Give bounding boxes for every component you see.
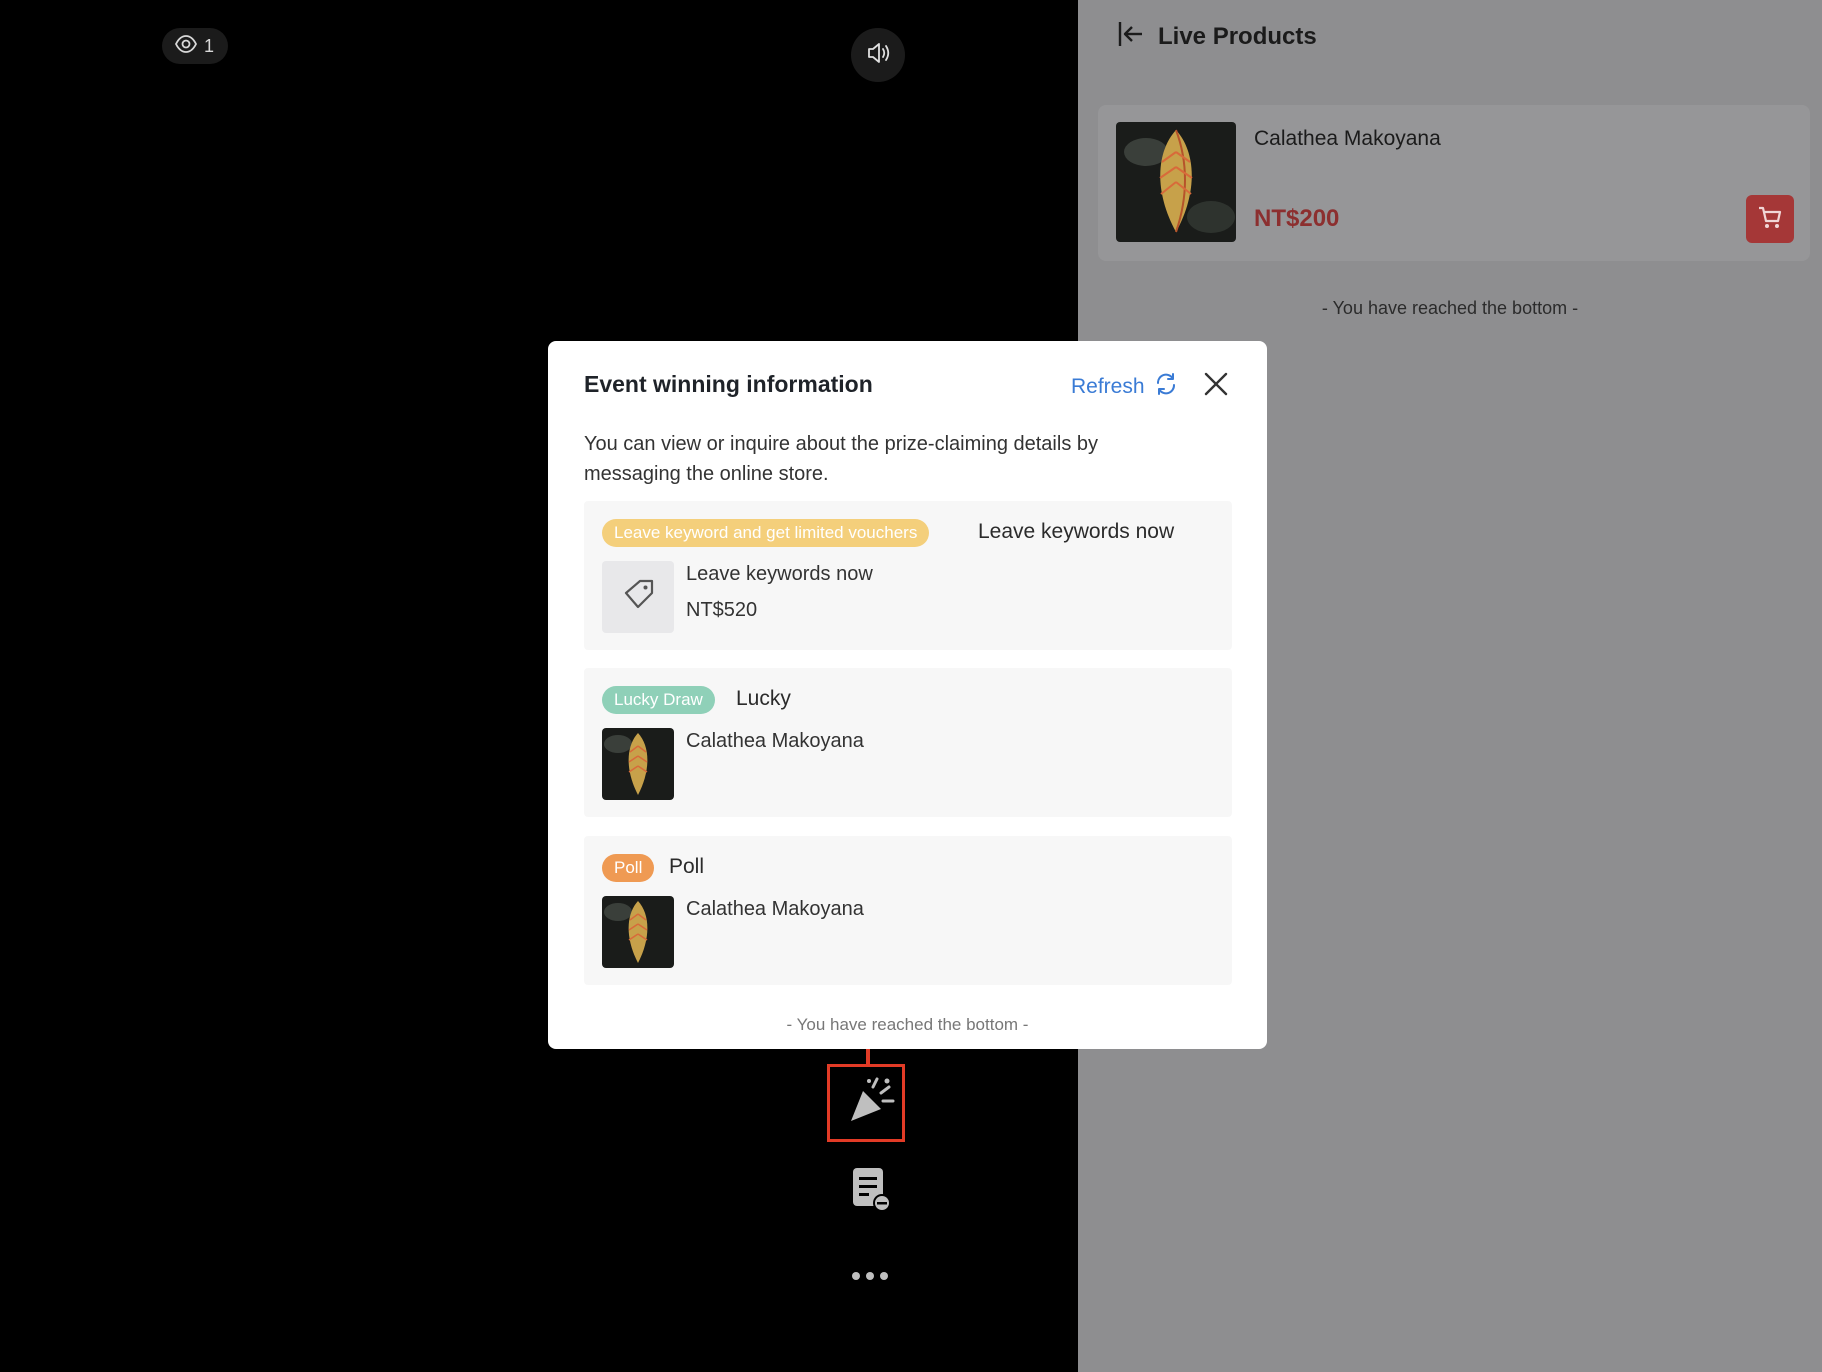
prize-image (602, 728, 674, 800)
event-card-keyword: Leave keyword and get limited vouchers L… (584, 501, 1232, 650)
cart-icon (1756, 203, 1784, 236)
panel-title: Live Products (1158, 22, 1317, 50)
event-tag: Poll (602, 854, 655, 882)
event-card-poll: Poll Poll Calathea Makoyana (584, 836, 1232, 985)
prize-title: Leave keywords now (686, 563, 873, 585)
list-end-text: - You have reached the bottom - (1321, 298, 1579, 318)
event-tag: Leave keyword and get limited vouchers (602, 519, 930, 547)
voucher-thumb (602, 561, 674, 633)
add-to-cart-button[interactable] (1746, 195, 1794, 243)
modal-description: You can view or inquire about the prize-… (584, 433, 1098, 485)
collapse-panel-icon[interactable] (1114, 18, 1146, 55)
document-minus-icon[interactable] (849, 1166, 893, 1214)
event-name: Leave keywords now (978, 520, 1175, 543)
prize-title: Calathea Makoyana (686, 898, 864, 920)
refresh-icon (1153, 371, 1179, 403)
highlight-box (827, 1064, 905, 1142)
event-winning-modal: Event winning information Refresh You ca… (548, 341, 1267, 1049)
price-tag-icon (618, 575, 658, 620)
list-end-text: - You have reached the bottom - (786, 1015, 1029, 1034)
event-name: Poll (669, 855, 705, 878)
event-name: Lucky (736, 687, 791, 710)
viewer-count: 1 (204, 35, 215, 56)
product-image (1116, 122, 1236, 242)
close-icon (1200, 372, 1232, 404)
event-tag: Lucky Draw (602, 686, 715, 714)
eye-icon (174, 34, 198, 59)
sound-toggle-button[interactable] (851, 28, 905, 82)
product-price: NT$200 (1254, 205, 1340, 232)
refresh-button[interactable]: Refresh (1071, 371, 1179, 403)
product-card[interactable]: Calathea Makoyana NT$200 (1098, 105, 1810, 261)
more-dots-icon[interactable] (850, 1268, 890, 1284)
event-card-lucky-draw: Lucky Draw Lucky Calathea Makoyana (584, 668, 1232, 817)
prize-price: NT$520 (686, 599, 758, 621)
panel-header: Live Products (1114, 18, 1317, 55)
refresh-label: Refresh (1071, 375, 1145, 398)
viewer-count-badge: 1 (162, 28, 229, 64)
prize-title: Calathea Makoyana (686, 730, 864, 752)
close-button[interactable] (1200, 368, 1232, 400)
speaker-icon (863, 38, 893, 73)
product-name: Calathea Makoyana (1254, 127, 1441, 150)
modal-title: Event winning information (584, 371, 873, 397)
prize-image (602, 896, 674, 968)
